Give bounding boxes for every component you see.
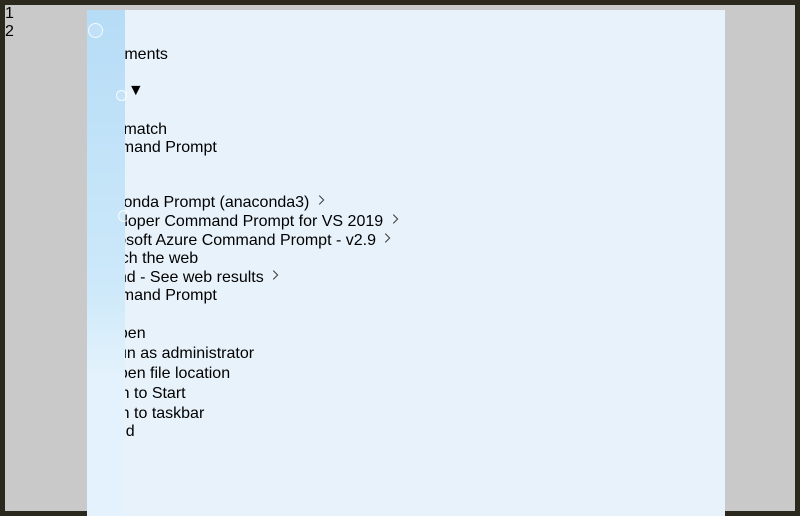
photoshop-button[interactable]: Ps — [87, 500, 725, 516]
web-hint: - See web results — [140, 269, 264, 286]
action-pin-to-taskbar[interactable]: Pin to taskbar — [87, 403, 725, 423]
web-section-header: Search the web — [87, 250, 199, 267]
result-anaconda-prompt[interactable]: Anaconda Prompt (anaconda3) — [87, 193, 725, 212]
apps-section-header: Apps — [87, 175, 725, 193]
snipping-tool-button[interactable]: ✂ — [87, 480, 725, 500]
chevron-right-icon — [388, 213, 402, 230]
action-label: Run as administrator — [106, 345, 255, 362]
gray-backdrop: All Apps Documents Web More ▼ — [5, 5, 795, 516]
action-open-file-location[interactable]: Open file location — [87, 363, 725, 383]
result-label: Developer Command Prompt for VS 2019 — [87, 213, 384, 230]
windows-screen: All Apps Documents Web More ▼ — [87, 10, 725, 516]
result-azure-command-prompt[interactable]: Microsoft Azure Command Prompt - v2.9 — [87, 231, 725, 250]
chevron-right-icon — [380, 232, 394, 249]
windows-search-flyout: All Apps Documents Web More ▼ — [87, 10, 725, 423]
tab-all[interactable]: All — [87, 10, 725, 28]
wallpaper-bubble — [116, 90, 127, 101]
result-developer-command-prompt[interactable]: Developer Command Prompt for VS 2019 — [87, 212, 725, 231]
chevron-down-icon: ▼ — [127, 82, 144, 99]
best-match-header: Best match — [87, 121, 168, 138]
preview-panel: Command Prompt App Open — [87, 287, 725, 423]
best-match-subtitle: App — [87, 157, 725, 175]
wallpaper-bubble — [118, 210, 130, 222]
preview-app-title[interactable]: Command Prompt — [87, 287, 725, 305]
chevron-right-icon — [314, 194, 328, 211]
screenshot-frame: All Apps Documents Web More ▼ — [0, 0, 800, 516]
action-open[interactable]: Open — [87, 323, 725, 343]
search-bar-actions: … — [87, 100, 725, 121]
result-web-search[interactable]: cmd - See web results — [87, 268, 725, 287]
line-app-button[interactable]: LINE — [87, 462, 725, 480]
best-match-result[interactable]: Command Prompt App — [87, 139, 725, 175]
tab-more[interactable]: More ▼ — [87, 82, 725, 100]
search-filter-bar: All Apps Documents Web More ▼ — [87, 10, 725, 121]
tab-apps[interactable]: Apps — [87, 28, 725, 46]
taskbar: cmd LINE ✂ Ps — [87, 423, 725, 516]
result-label: Microsoft Azure Command Prompt - v2.9 — [87, 232, 376, 249]
search-panels: Best match Command Prompt App Apps Anaco — [87, 121, 725, 423]
action-pin-to-start[interactable]: Pin to Start — [87, 383, 725, 403]
taskbar-icons: LINE ✂ Ps Ai — [87, 441, 725, 516]
preview-app-subtitle: App — [87, 305, 725, 323]
best-match-text: Command Prompt App — [87, 139, 725, 175]
best-match-title: Command Prompt — [87, 139, 217, 156]
tab-web[interactable]: Web — [87, 64, 725, 82]
tab-documents[interactable]: Documents — [87, 46, 725, 64]
results-panel: Best match Command Prompt App Apps Anaco — [87, 121, 725, 287]
chevron-right-icon — [268, 269, 282, 286]
action-run-as-administrator[interactable]: Run as administrator — [87, 343, 725, 363]
taskbar-search-box[interactable]: cmd — [87, 423, 725, 441]
desktop-wallpaper — [87, 10, 130, 516]
task-view-button[interactable] — [87, 441, 725, 462]
wallpaper-wooden-dock — [87, 360, 125, 407]
wallpaper-bubble — [88, 23, 103, 38]
